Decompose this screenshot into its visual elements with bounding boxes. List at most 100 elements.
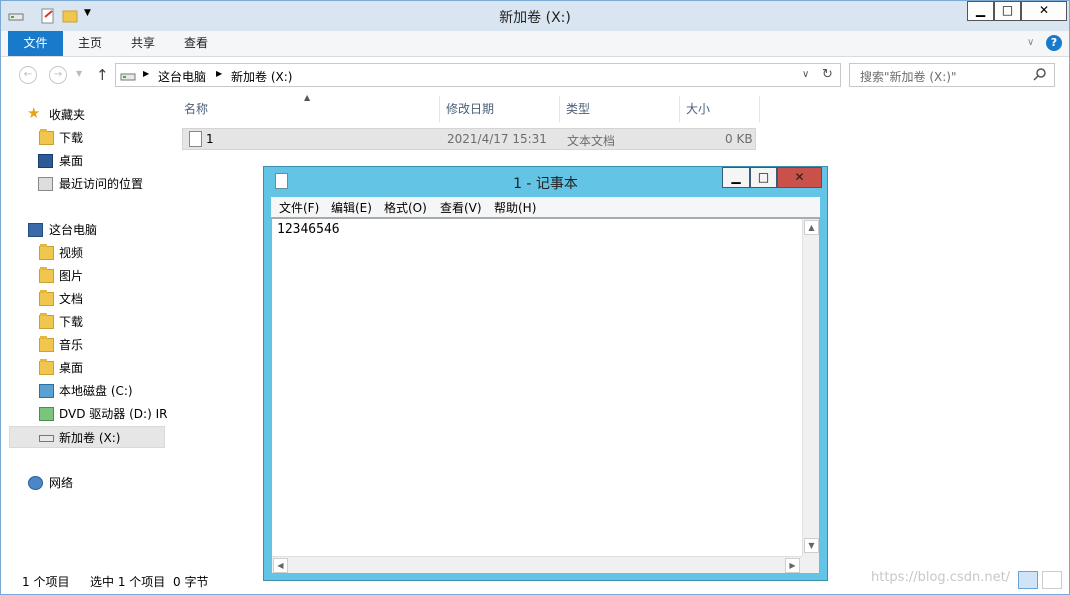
ribbon-tabs: 文件 主页 共享 查看 ∨ ? <box>1 31 1069 57</box>
scroll-down-icon[interactable]: ▼ <box>804 538 819 553</box>
table-row[interactable]: 1 2021/4/17 15:31 文本文档 0 KB <box>182 128 756 150</box>
nav-fav-downloads[interactable]: 下载 <box>9 127 165 149</box>
status-selected: 选中 1 个项目 <box>90 575 166 589</box>
help-icon[interactable]: ? <box>1046 35 1062 51</box>
nav-pc-music[interactable]: 音乐 <box>9 334 165 356</box>
notepad-window: 1 - 记事本 ▁ □ ✕ 文件(F) 编辑(E) 格式(O) 查看(V) 帮助… <box>263 166 828 581</box>
tab-share[interactable]: 共享 <box>117 31 169 56</box>
hard-drive-icon <box>39 384 54 398</box>
search-input[interactable]: 搜索"新加卷 (X:)" <box>849 63 1055 87</box>
notepad-content[interactable]: 12346546 <box>277 222 340 237</box>
dvd-drive-icon <box>39 407 54 421</box>
details-view-icon[interactable] <box>1018 571 1038 589</box>
nav-label: 图片 <box>59 269 84 283</box>
tab-file[interactable]: 文件 <box>8 31 63 56</box>
column-header-type[interactable]: 类型 <box>560 96 680 122</box>
nav-fav-desktop[interactable]: 桌面 <box>9 150 165 172</box>
horizontal-scrollbar[interactable]: ◀ ▶ <box>272 556 819 573</box>
nav-label: 下载 <box>59 315 84 329</box>
chevron-right-icon[interactable]: ▶ <box>143 69 149 78</box>
nav-pc-volume-x[interactable]: 新加卷 (X:) <box>9 426 165 448</box>
nav-label: 网络 <box>49 476 74 490</box>
nav-label: 文档 <box>59 292 84 306</box>
nav-label: 新加卷 (X:) <box>59 431 121 445</box>
nav-label: 音乐 <box>59 338 84 352</box>
breadcrumb-volume[interactable]: 新加卷 (X:) <box>231 68 292 85</box>
nav-label: 桌面 <box>59 361 84 375</box>
back-icon[interactable]: ← <box>19 66 37 84</box>
ribbon-expand-icon[interactable]: ∨ <box>1027 37 1034 48</box>
file-type: 文本文档 <box>567 134 616 148</box>
column-header-size[interactable]: 大小 <box>680 96 760 122</box>
menu-format[interactable]: 格式(O) <box>384 199 427 216</box>
notepad-menubar: 文件(F) 编辑(E) 格式(O) 查看(V) 帮助(H) <box>271 197 820 217</box>
drive-icon <box>39 435 54 442</box>
nav-pc-pictures[interactable]: 图片 <box>9 265 165 287</box>
tab-view[interactable]: 查看 <box>171 31 221 56</box>
vertical-scrollbar[interactable]: ▲ ▼ <box>802 219 819 556</box>
desktop-icon <box>38 154 53 168</box>
forward-icon[interactable]: → <box>49 66 67 84</box>
scroll-up-icon[interactable]: ▲ <box>804 220 819 235</box>
notepad-titlebar: 1 - 记事本 ▁ □ ✕ <box>264 167 827 195</box>
maximize-button[interactable]: □ <box>994 1 1021 21</box>
menu-view[interactable]: 查看(V) <box>440 199 482 216</box>
nav-label: DVD 驱动器 (D:) IR <box>59 407 168 421</box>
nav-pc-desktop[interactable]: 桌面 <box>9 357 165 379</box>
notepad-minimize-button[interactable]: ▁ <box>722 167 750 188</box>
watermark: https://blog.csdn.net/ <box>871 570 1011 585</box>
column-header-name[interactable]: 名称 <box>178 96 440 122</box>
nav-label: 下载 <box>59 131 84 145</box>
network-icon <box>28 476 43 490</box>
star-icon: ★ <box>27 104 41 122</box>
column-header-modified[interactable]: 修改日期 <box>440 96 560 122</box>
menu-edit[interactable]: 编辑(E) <box>331 199 372 216</box>
resize-grip[interactable] <box>802 556 819 573</box>
nav-label: 本地磁盘 (C:) <box>59 384 133 398</box>
scroll-right-icon[interactable]: ▶ <box>785 558 800 573</box>
notepad-close-button[interactable]: ✕ <box>777 167 822 188</box>
refresh-icon[interactable]: ↻ <box>822 67 833 82</box>
address-dropdown-icon[interactable]: ∨ <box>802 69 809 80</box>
minimize-button[interactable]: ▁ <box>967 1 994 21</box>
nav-label: 收藏夹 <box>49 108 86 122</box>
notepad-maximize-button[interactable]: □ <box>750 167 777 188</box>
recent-locations-icon[interactable]: ▼ <box>76 69 82 78</box>
menu-help[interactable]: 帮助(H) <box>494 199 536 216</box>
nav-label: 桌面 <box>59 154 84 168</box>
nav-pc-downloads[interactable]: 下载 <box>9 311 165 333</box>
downloads-folder-icon <box>39 313 54 329</box>
status-bytes: 0 字节 <box>173 575 209 589</box>
documents-folder-icon <box>39 290 54 306</box>
nav-pc-local-disk-c[interactable]: 本地磁盘 (C:) <box>9 380 165 402</box>
nav-network[interactable]: 网络 <box>9 472 165 494</box>
computer-icon <box>28 223 43 237</box>
nav-fav-recent[interactable]: 最近访问的位置 <box>9 173 165 195</box>
text-file-icon <box>189 131 202 147</box>
scroll-left-icon[interactable]: ◀ <box>273 558 288 573</box>
search-icon[interactable] <box>1033 67 1047 84</box>
nav-pc-dvd-d[interactable]: DVD 驱动器 (D:) IR <box>9 403 168 425</box>
address-bar[interactable]: ▶ 这台电脑 ▶ 新加卷 (X:) ∨ ↻ <box>115 63 841 87</box>
nav-pc-videos[interactable]: 视频 <box>9 242 165 264</box>
window-title: 新加卷 (X:) <box>499 10 571 26</box>
nav-favorites[interactable]: ★ 收藏夹 <box>9 104 165 126</box>
breadcrumb-this-pc[interactable]: 这台电脑 <box>158 68 206 85</box>
nav-pc-documents[interactable]: 文档 <box>9 288 165 310</box>
notepad-text-area[interactable]: 12346546 ▲ ▼ ◀ ▶ <box>271 218 820 574</box>
explorer-titlebar: ▼ 新加卷 (X:) ▁ □ ✕ <box>1 1 1069 31</box>
file-size: 0 KB <box>725 132 753 146</box>
menu-file[interactable]: 文件(F) <box>279 199 319 216</box>
large-icons-view-icon[interactable] <box>1042 571 1062 589</box>
search-placeholder: 搜索"新加卷 (X:)" <box>860 70 957 84</box>
file-modified: 2021/4/17 15:31 <box>447 132 547 146</box>
close-button[interactable]: ✕ <box>1021 1 1067 21</box>
nav-this-pc[interactable]: 这台电脑 <box>9 219 165 241</box>
recent-places-icon <box>38 177 53 191</box>
file-name: 1 <box>206 132 214 146</box>
nav-label: 这台电脑 <box>49 223 98 237</box>
chevron-right-icon[interactable]: ▶ <box>216 69 222 78</box>
tab-home[interactable]: 主页 <box>65 31 115 56</box>
nav-label: 视频 <box>59 246 84 260</box>
up-arrow-icon[interactable]: ↑ <box>96 66 109 84</box>
